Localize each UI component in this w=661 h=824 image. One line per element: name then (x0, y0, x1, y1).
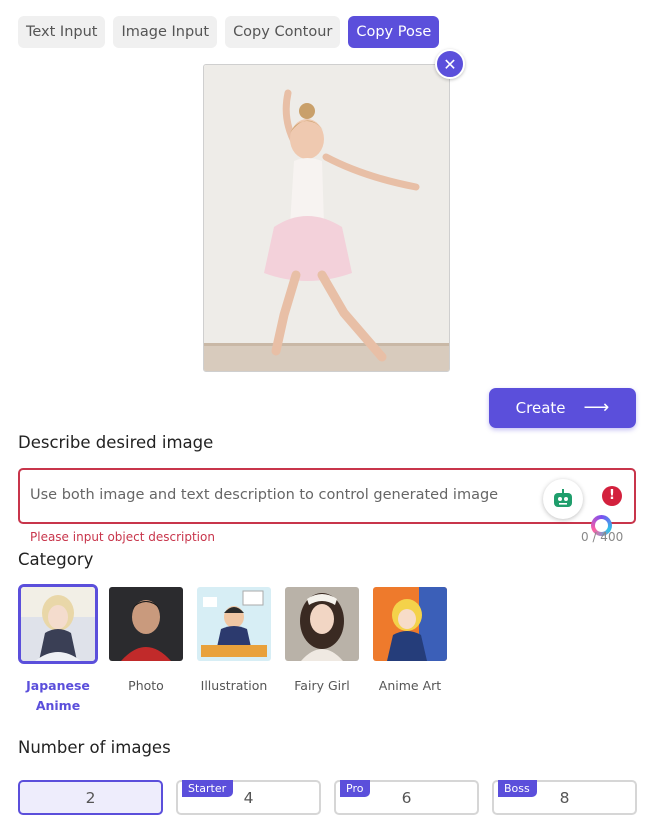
uploaded-pose-image (203, 64, 450, 372)
image-count-value: 2 (85, 788, 96, 807)
category-thumbnail (194, 584, 274, 664)
category-photo[interactable]: Photo (106, 584, 186, 716)
image-count-option-4[interactable]: Starter 4 (176, 780, 321, 815)
description-placeholder: Use both image and text description to c… (30, 487, 499, 503)
input-mode-tabs: Text Input Image Input Copy Contour Copy… (18, 16, 440, 48)
plan-badge: Boss (498, 780, 537, 797)
number-of-images-title: Number of images (18, 738, 171, 757)
image-count-options: 2 Starter 4 Pro 6 Boss 8 (18, 780, 637, 815)
create-button[interactable]: Create ⟶ (489, 388, 636, 428)
category-japanese-anime[interactable]: Japanese Anime (18, 584, 98, 716)
close-icon: ✕ (443, 54, 457, 74)
category-anime-art[interactable]: Anime Art (370, 584, 450, 716)
plan-badge: Pro (340, 780, 371, 797)
category-thumbnail (106, 584, 186, 664)
plan-badge: Starter (182, 780, 234, 797)
description-error: Please input object description (30, 530, 215, 544)
describe-title: Describe desired image (18, 433, 214, 452)
category-thumbnail (18, 584, 98, 664)
arrow-right-icon: ⟶ (583, 397, 610, 418)
description-input[interactable]: Use both image and text description to c… (18, 468, 636, 524)
tab-image-input[interactable]: Image Input (113, 16, 218, 48)
category-label: Japanese Anime (26, 678, 90, 713)
category-list: Japanese Anime Photo Illustration Fairy … (18, 584, 450, 716)
category-label: Fairy Girl (294, 678, 350, 693)
category-thumbnail (370, 584, 450, 664)
category-title: Category (18, 550, 94, 569)
image-count-value: 6 (401, 788, 412, 807)
category-label: Anime Art (378, 678, 442, 693)
tab-copy-pose[interactable]: Copy Pose (348, 16, 440, 48)
category-illustration[interactable]: Illustration (194, 584, 274, 716)
create-button-label: Create (515, 399, 566, 417)
tab-text-input[interactable]: Text Input (18, 16, 106, 48)
error-icon: ! (602, 486, 622, 506)
category-label: Illustration (200, 678, 268, 693)
image-count-value: 4 (243, 788, 254, 807)
category-thumbnail (282, 584, 362, 664)
category-label: Photo (128, 678, 164, 693)
assistant-bot-icon[interactable] (543, 479, 583, 519)
image-count-option-8[interactable]: Boss 8 (492, 780, 637, 815)
image-count-value: 8 (559, 788, 570, 807)
image-count-option-2[interactable]: 2 (18, 780, 163, 815)
tab-copy-contour[interactable]: Copy Contour (225, 16, 341, 48)
character-counter: 0 / 400 (581, 530, 624, 544)
category-fairy-girl[interactable]: Fairy Girl (282, 584, 362, 716)
image-count-option-6[interactable]: Pro 6 (334, 780, 479, 815)
remove-image-button[interactable]: ✕ (435, 49, 465, 79)
